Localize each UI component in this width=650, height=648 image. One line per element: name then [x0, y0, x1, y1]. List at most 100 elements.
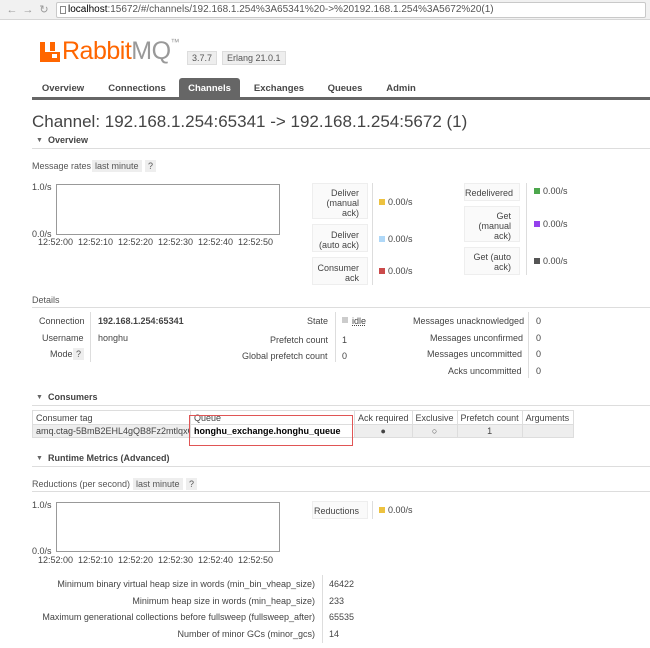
metric-value: 14	[329, 629, 340, 639]
ack-required-value: ●	[354, 424, 413, 438]
connection-key: Connection	[39, 316, 85, 326]
runtime-divider	[32, 491, 650, 492]
last-minute-selector[interactable]: last minute	[92, 160, 142, 172]
address-text[interactable]: localhost:15672/#/channels/192.168.1.254…	[68, 4, 494, 15]
arguments-value	[521, 424, 574, 438]
x-tick: 12:52:50	[238, 237, 274, 247]
acks-uncommitted-key: Acks uncommitted	[448, 366, 522, 376]
rabbitmq-logo-text: RabbitMQ™	[62, 37, 180, 65]
x-tick: 12:52:30	[158, 237, 194, 247]
metric-value: 65535	[329, 612, 355, 622]
section-overview-header[interactable]: ▼ Overview	[32, 134, 650, 149]
state-value: idle	[352, 316, 367, 326]
legend-reductions[interactable]: Reductions	[312, 501, 368, 519]
tab-connections[interactable]: Connections	[100, 78, 174, 100]
tab-channels[interactable]: Channels	[179, 78, 240, 100]
rate-deliver-auto: 0.00/s	[388, 234, 413, 244]
message-rates-label: Message rates	[32, 161, 92, 171]
legend-deliver-auto[interactable]: Deliver (auto ack)	[312, 224, 368, 252]
rate-get-auto: 0.00/s	[543, 256, 568, 266]
x-tick: 12:52:20	[118, 237, 154, 247]
legend-redelivered[interactable]: Redelivered	[464, 183, 520, 201]
x-tick: 12:52:10	[78, 237, 114, 247]
tab-queues[interactable]: Queues	[318, 78, 372, 100]
col-arguments: Arguments	[521, 410, 574, 425]
help-icon[interactable]: ?	[145, 160, 157, 172]
swatch-get-manual	[534, 221, 540, 227]
uncommitted-value: 0	[536, 349, 542, 359]
last-minute-selector[interactable]: last minute	[133, 478, 183, 490]
global-prefetch-value: 0	[342, 351, 348, 361]
y-axis-top: 1.0/s	[32, 500, 52, 510]
metric-key: Number of minor GCs (minor_gcs)	[177, 629, 315, 639]
metric-value: 233	[329, 596, 345, 606]
reductions-label: Reductions (per second)	[32, 479, 131, 489]
forward-arrow-icon[interactable]: →	[22, 4, 34, 16]
erlang-badge: Erlang 21.0.1	[222, 51, 286, 65]
section-runtime-label: Runtime Metrics (Advanced)	[48, 453, 170, 463]
collapse-triangle-icon: ▼	[36, 455, 43, 462]
unconfirmed-value: 0	[536, 333, 542, 343]
legend-deliver-manual[interactable]: Deliver (manual ack)	[312, 183, 368, 219]
reductions-chart	[56, 502, 280, 552]
version-badge: 3.7.7	[187, 51, 218, 65]
section-runtime-header[interactable]: ▼ Runtime Metrics (Advanced)	[32, 452, 650, 467]
legend-divider	[372, 183, 373, 285]
section-consumers-label: Consumers	[48, 392, 98, 402]
collapse-triangle-icon: ▼	[36, 394, 43, 401]
details-divider	[32, 307, 650, 308]
legend-consumer-ack[interactable]: Consumer ack	[312, 257, 368, 285]
swatch-reductions	[379, 507, 385, 513]
message-rates-chart	[56, 184, 280, 235]
swatch-deliver-manual	[379, 199, 385, 205]
username-value: honghu	[98, 333, 129, 343]
x-tick: 12:52:30	[158, 555, 194, 565]
rate-reductions: 0.00/s	[388, 505, 413, 515]
url-host: localhost	[68, 4, 108, 15]
x-tick: 12:52:00	[38, 555, 74, 565]
details-label: Details	[32, 295, 60, 305]
rate-deliver-manual: 0.00/s	[388, 197, 413, 207]
details-divider-v	[90, 312, 91, 362]
legend-get-manual[interactable]: Get (manual ack)	[464, 206, 520, 242]
acks-uncommitted-value: 0	[536, 366, 542, 376]
section-overview-label: Overview	[48, 135, 89, 145]
back-arrow-icon[interactable]: ←	[6, 4, 18, 16]
metric-key: Minimum heap size in words (min_heap_siz…	[132, 596, 315, 606]
legend-get-auto[interactable]: Get (auto ack)	[464, 247, 520, 275]
legend-divider	[372, 501, 373, 519]
unacked-key: Messages unacknowledged	[413, 316, 525, 326]
connection-link[interactable]: 192.168.1.254:65341	[98, 316, 184, 326]
state-indicator-icon	[342, 317, 348, 323]
collapse-triangle-icon: ▼	[36, 137, 43, 144]
x-tick: 12:52:10	[78, 555, 114, 565]
consumer-tag: amq.ctag-5BmB2EHL4gQB8Fz2mtlqxQ	[32, 424, 191, 438]
reload-icon[interactable]: ↻	[38, 4, 50, 16]
metric-key: Minimum binary virtual heap size in word…	[57, 579, 315, 589]
x-tick: 12:52:50	[238, 555, 274, 565]
details-divider-v	[335, 312, 336, 362]
exclusive-value: ○	[411, 424, 458, 438]
legend-divider	[526, 183, 527, 275]
details-divider-v	[528, 312, 529, 378]
swatch-redelivered	[534, 188, 540, 194]
metrics-divider	[322, 575, 323, 643]
state-key: State	[307, 316, 329, 326]
mode-key: Mode	[50, 349, 73, 359]
rate-get-manual: 0.00/s	[543, 219, 568, 229]
tab-exchanges[interactable]: Exchanges	[246, 78, 312, 100]
swatch-consumer-ack	[379, 268, 385, 274]
x-tick: 12:52:00	[38, 237, 74, 247]
mode-help-icon[interactable]: ?	[73, 348, 85, 360]
rate-consumer-ack: 0.00/s	[388, 266, 413, 276]
help-icon[interactable]: ?	[186, 478, 198, 490]
col-consumer-tag: Consumer tag	[32, 410, 191, 425]
uncommitted-key: Messages uncommitted	[427, 349, 523, 359]
section-consumers-header[interactable]: ▼ Consumers	[32, 391, 650, 406]
metric-key: Maximum generational collections before …	[42, 612, 315, 622]
page-title: Channel: 192.168.1.254:65341 -> 192.168.…	[32, 112, 468, 131]
swatch-get-auto	[534, 258, 540, 264]
x-tick: 12:52:40	[198, 555, 234, 565]
tab-admin[interactable]: Admin	[378, 78, 424, 100]
tab-overview[interactable]: Overview	[34, 78, 92, 100]
